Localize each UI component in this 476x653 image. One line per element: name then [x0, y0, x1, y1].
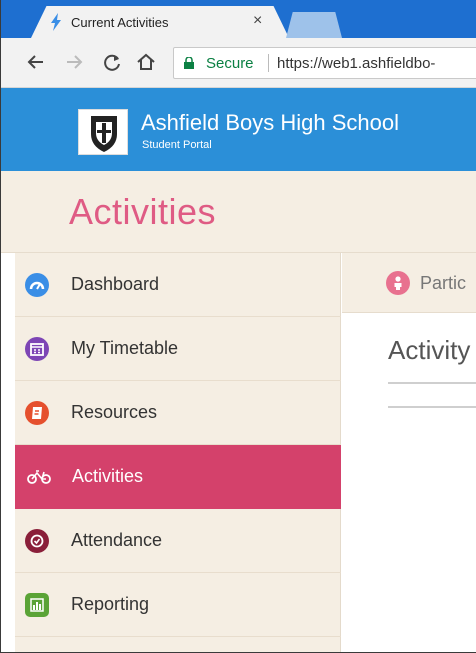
browser-tab-strip: Current Activities ×: [1, 0, 476, 38]
main-tab-bar: Partic: [342, 253, 476, 313]
home-icon[interactable]: [135, 51, 157, 73]
sidebar: Dashboard My Timetable Resources Activit…: [15, 253, 341, 652]
school-name: Ashfield Boys High School: [141, 110, 400, 135]
sidebar-item-dashboard[interactable]: Dashboard: [15, 253, 341, 317]
address-bar[interactable]: Secure https://web1.ashfieldbo-: [173, 47, 476, 79]
person-icon: [386, 271, 410, 295]
portal-subtitle: Student Portal: [142, 139, 212, 151]
sidebar-item-label: Dashboard: [71, 274, 160, 294]
calendar-icon: [25, 337, 49, 361]
school-crest-logo[interactable]: [78, 109, 128, 155]
bar-chart-icon: [25, 593, 49, 617]
sidebar-item-resources[interactable]: Resources: [15, 381, 341, 445]
divider: [268, 54, 269, 72]
section-title: Activity: [388, 335, 471, 365]
screen: Current Activities × Secure https://web1…: [0, 0, 476, 653]
forward-icon[interactable]: [63, 51, 85, 73]
check-circle-icon: [25, 529, 49, 553]
url-text[interactable]: https://web1.ashfieldbo-: [277, 55, 435, 72]
bolt-icon: [51, 13, 61, 31]
browser-tab[interactable]: Current Activities ×: [31, 6, 289, 38]
sidebar-item-label: Activities: [72, 466, 144, 486]
browser-toolbar: Secure https://web1.ashfieldbo-: [1, 38, 476, 88]
sidebar-item-attendance[interactable]: Attendance: [15, 509, 341, 573]
lock-icon: [184, 57, 194, 69]
sidebar-item-label: Resources: [71, 402, 158, 422]
page-title-bar: Activities: [1, 171, 476, 253]
divider: [388, 406, 476, 408]
sidebar-item-activities[interactable]: Activities: [15, 445, 341, 509]
dashboard-icon: [25, 273, 49, 297]
back-icon[interactable]: [25, 51, 47, 73]
sidebar-item-label: Attendance: [71, 530, 163, 550]
sidebar-item-label: My Timetable: [71, 338, 179, 358]
browser-tab-title: Current Activities: [71, 15, 169, 30]
app-header: Ashfield Boys High School Student Portal: [1, 88, 476, 171]
bicycle-icon: [27, 470, 51, 484]
page-title: Activities: [69, 191, 217, 232]
tab-participation[interactable]: Partic: [420, 273, 466, 294]
sidebar-item-reporting[interactable]: Reporting: [15, 573, 341, 637]
secure-label: Secure: [206, 55, 254, 72]
new-tab-button[interactable]: [286, 12, 342, 38]
reload-icon[interactable]: [101, 51, 123, 73]
close-tab-icon[interactable]: ×: [253, 12, 262, 30]
book-icon: [25, 401, 49, 425]
sidebar-item-label: Reporting: [71, 594, 150, 614]
sidebar-item-my-timetable[interactable]: My Timetable: [15, 317, 341, 381]
divider: [388, 382, 476, 384]
